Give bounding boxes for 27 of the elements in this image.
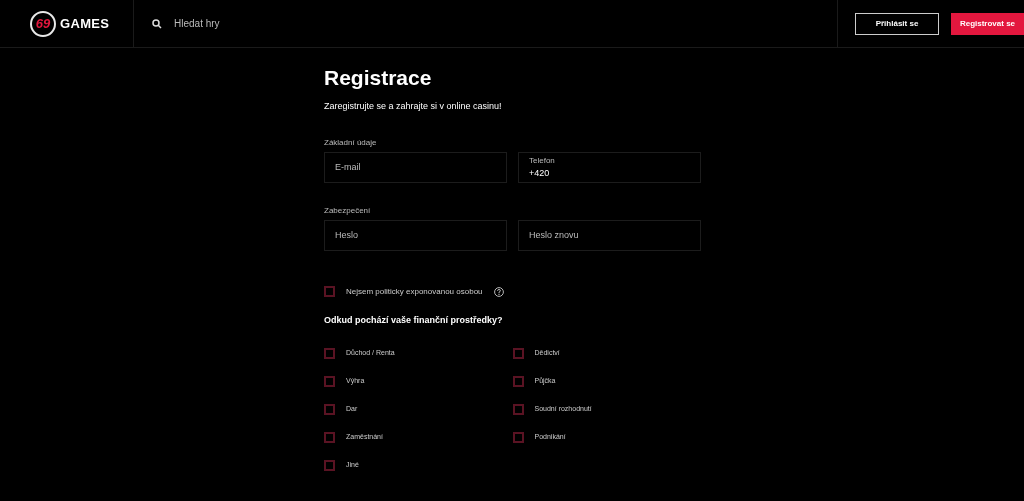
- input-field[interactable]: E-mail: [324, 151, 507, 183]
- checkbox[interactable]: [512, 404, 524, 415]
- question-heading: Odkud pochází vaše finanční prostředky?: [324, 313, 504, 327]
- checkbox[interactable]: [512, 348, 524, 359]
- checkbox[interactable]: [324, 460, 335, 471]
- logo-mark[interactable]: 69: [30, 10, 56, 37]
- page-title: Registrace: [324, 65, 433, 91]
- checkbox-label: Nejsem politicky exponovanou osobou: [346, 285, 483, 298]
- logo-text: GAMES: [60, 14, 110, 33]
- register-button[interactable]: Registrovat se: [951, 12, 1024, 35]
- checkbox[interactable]: [324, 286, 335, 297]
- subtitle: Zaregistrujte se a zahrajte si v online casinu!: [324, 100, 503, 113]
- checkbox[interactable]: [512, 376, 524, 387]
- input-field[interactable]: Heslo: [324, 219, 507, 251]
- checkbox[interactable]: [512, 432, 524, 443]
- search-icon: [152, 18, 162, 29]
- help-icon[interactable]: [493, 286, 504, 297]
- input-field[interactable]: Heslo znovu: [518, 219, 701, 251]
- checkbox[interactable]: [324, 348, 335, 359]
- section-label: Základní údaje: [324, 136, 378, 149]
- login-button[interactable]: Přihlásit se: [855, 12, 939, 35]
- checkbox[interactable]: [324, 432, 335, 443]
- section-label: Zabezpečení: [324, 204, 372, 217]
- field-label: Telefon: [529, 155, 555, 165]
- search-field[interactable]: Hledat hry: [174, 16, 474, 31]
- checkbox[interactable]: [324, 376, 335, 387]
- checkbox[interactable]: [324, 404, 335, 415]
